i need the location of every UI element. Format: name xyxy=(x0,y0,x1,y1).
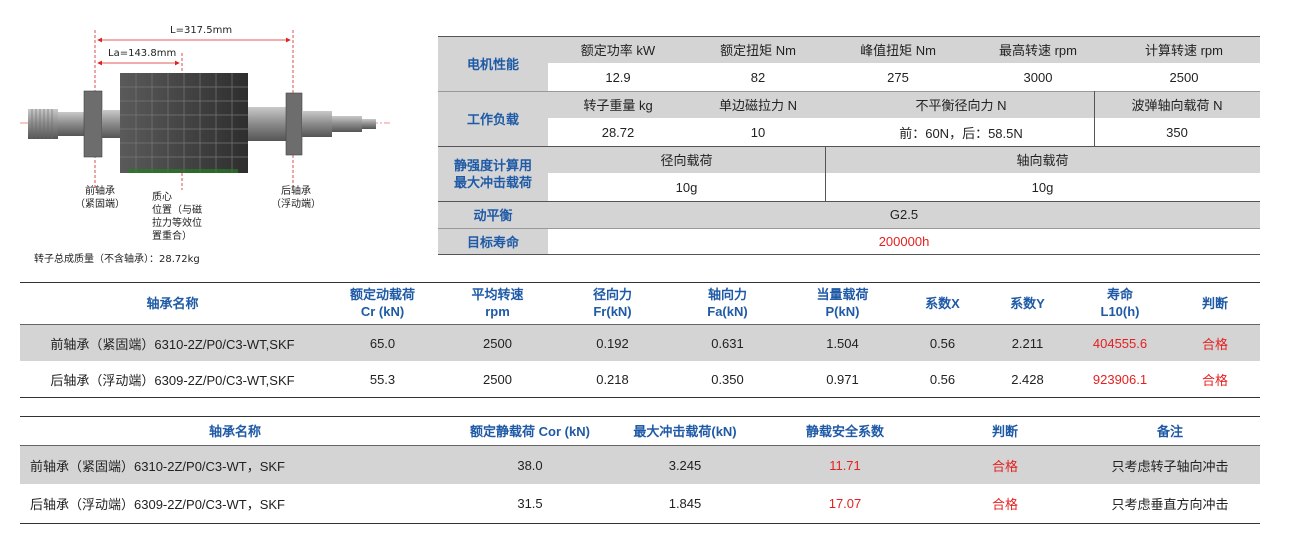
rotor-drawing xyxy=(20,30,390,190)
parameter-table: 电机性能 工作负载 静强度计算用 最大冲击载荷 动平衡 目标寿命 额定功率 kW … xyxy=(438,36,1260,255)
life-table-header-cell: 轴承名称 xyxy=(146,295,199,311)
static-table-header-cell: 备注 xyxy=(1156,424,1183,439)
life-table-cell: 2.211 xyxy=(1011,335,1044,351)
bearing-name: 后轴承（浮动端）6309-2Z/P0/C3-WT，SKF xyxy=(30,497,285,512)
life-table-header-cell: 寿命 L10(h) xyxy=(1100,287,1140,319)
static-table-cell: 合格 xyxy=(991,458,1018,474)
life-table-header-cell: 平均转速 rpm xyxy=(471,287,524,319)
load-header: 不平衡径向力 N xyxy=(915,98,1007,113)
motor-header: 额定功率 kW xyxy=(580,43,656,58)
life-table-header-cell: 判断 xyxy=(1201,295,1228,311)
static-table-header-cell: 最大冲击载荷(kN) xyxy=(633,424,737,439)
life-table-cell: 2500 xyxy=(483,371,512,387)
motor-value: 3000 xyxy=(1023,69,1053,85)
life-table-cell: 0.350 xyxy=(711,371,744,387)
life-table-cell: 0.192 xyxy=(596,335,629,351)
life-table-cell: 合格 xyxy=(1201,336,1228,352)
target-life-value: 200000h xyxy=(878,233,930,249)
static-table-cell: 3.245 xyxy=(668,457,702,473)
life-table-cell: 0.971 xyxy=(826,371,859,387)
load-header: 转子重量 kg xyxy=(583,98,653,113)
motor-performance-label: 电机性能 xyxy=(466,57,519,72)
bearing-name: 前轴承（紧固端）6310-2Z/P0/C3-WT,SKF xyxy=(50,336,295,352)
life-table-cell: 0.56 xyxy=(929,335,956,351)
center-mass-label: 质心 位置（与磁 拉力等效位 置重合） xyxy=(152,192,202,242)
life-table-header-cell: 轴向力 Fa(kN) xyxy=(707,287,748,319)
static-header: 轴向载荷 xyxy=(1016,153,1069,168)
load-value: 10 xyxy=(750,124,766,140)
static-header: 径向载荷 xyxy=(660,153,713,168)
static-table-cell: 合格 xyxy=(991,497,1018,512)
static-table-header-cell: 判断 xyxy=(991,424,1018,439)
life-table-cell: 合格 xyxy=(1201,372,1228,388)
front-bearing-label: 前轴承 （紧固端） xyxy=(75,186,125,210)
life-table-cell: 0.218 xyxy=(596,371,629,387)
static-table-cell: 31.5 xyxy=(517,496,543,511)
life-table-cell: 55.3 xyxy=(369,371,396,387)
life-table-cell: 2500 xyxy=(483,335,512,351)
static-table-header-cell: 轴承名称 xyxy=(208,424,261,439)
bearing-life-table: 轴承名称 额定动载荷 Cr (kN) 平均转速 rpm 径向力 Fr(kN) 轴向力 Fa(kN… xyxy=(20,282,1260,398)
bearing-name: 后轴承（浮动端）6309-2Z/P0/C3-WT,SKF xyxy=(50,372,295,388)
rear-bearing-label: 后轴承 （浮动端） xyxy=(271,186,321,210)
life-table-cell: 65.0 xyxy=(369,335,396,351)
bearing-name: 前轴承（紧固端）6310-2Z/P0/C3-WT，SKF xyxy=(30,458,285,474)
life-table-header-cell: 当量载荷 P(kN) xyxy=(816,287,869,319)
load-value: 前：60N，后：58.5N xyxy=(899,125,1023,141)
work-load-label: 工作负载 xyxy=(466,112,519,127)
load-value: 28.72 xyxy=(601,124,635,140)
life-table-cell: 1.504 xyxy=(826,335,859,351)
static-value: 10g xyxy=(1031,179,1054,195)
motor-value: 12.9 xyxy=(605,69,631,85)
dim-La-label: La=143.8mm xyxy=(108,48,177,59)
life-table-header-cell: 系数Y xyxy=(1010,295,1045,311)
static-table-cell: 只考虑转子轴向冲击 xyxy=(1111,458,1229,474)
life-table-cell: 0.56 xyxy=(929,371,956,387)
motor-value: 275 xyxy=(887,69,909,85)
life-table-cell: 923906.1 xyxy=(1092,371,1148,387)
load-value: 350 xyxy=(1166,124,1188,140)
life-table-cell: 2.428 xyxy=(1011,371,1044,387)
rotor-figure: L=317.5mm La=143.8mm 前轴承 （紧固端） 质心 位置（与磁 拉力… xyxy=(20,15,420,270)
static-table-cell: 17.07 xyxy=(828,496,862,511)
total-mass-label: 转子总成质量（不含轴承）：28.72kg xyxy=(34,254,200,265)
static-table-cell: 1.845 xyxy=(668,496,702,511)
static-table-cell: 11.71 xyxy=(829,457,861,473)
life-table-cell: 404555.6 xyxy=(1092,335,1148,351)
dynamic-balance-value: G2.5 xyxy=(889,207,919,222)
static-table-cell: 38.0 xyxy=(517,457,543,473)
load-header: 单边磁拉力 N xyxy=(718,98,797,113)
life-table-header-cell: 径向力 Fr(kN) xyxy=(592,287,632,319)
static-table-cell: 只考虑垂直方向冲击 xyxy=(1111,497,1229,512)
life-table-header-cell: 系数X xyxy=(925,295,960,311)
static-table-header-cell: 静载安全系数 xyxy=(805,424,884,439)
static-impact-label: 静强度计算用 最大冲击载荷 xyxy=(453,157,532,190)
load-header: 波弹轴向载荷 N xyxy=(1131,98,1223,113)
static-value: 10g xyxy=(675,179,698,195)
motor-header: 计算转速 rpm xyxy=(1144,43,1223,58)
life-table-header-cell: 额定动载荷 Cr (kN) xyxy=(349,287,415,319)
static-table-header-cell: 额定静载荷 Cor (kN) xyxy=(470,424,590,439)
motor-value: 2500 xyxy=(1169,69,1199,85)
target-life-label: 目标寿命 xyxy=(466,234,519,250)
dynamic-balance-label: 动平衡 xyxy=(473,208,513,223)
motor-header: 最高转速 rpm xyxy=(998,43,1077,58)
motor-value: 82 xyxy=(750,69,766,85)
life-table-cell: 0.631 xyxy=(711,335,744,351)
static-safety-table: 轴承名称 额定静载荷 Cor (kN) 最大冲击载荷(kN) 静载安全系数 判断 备注 前… xyxy=(20,416,1260,524)
motor-header: 峰值扭矩 Nm xyxy=(860,43,936,58)
dim-L-label: L=317.5mm xyxy=(170,25,233,36)
motor-header: 额定扭矩 Nm xyxy=(720,43,796,58)
